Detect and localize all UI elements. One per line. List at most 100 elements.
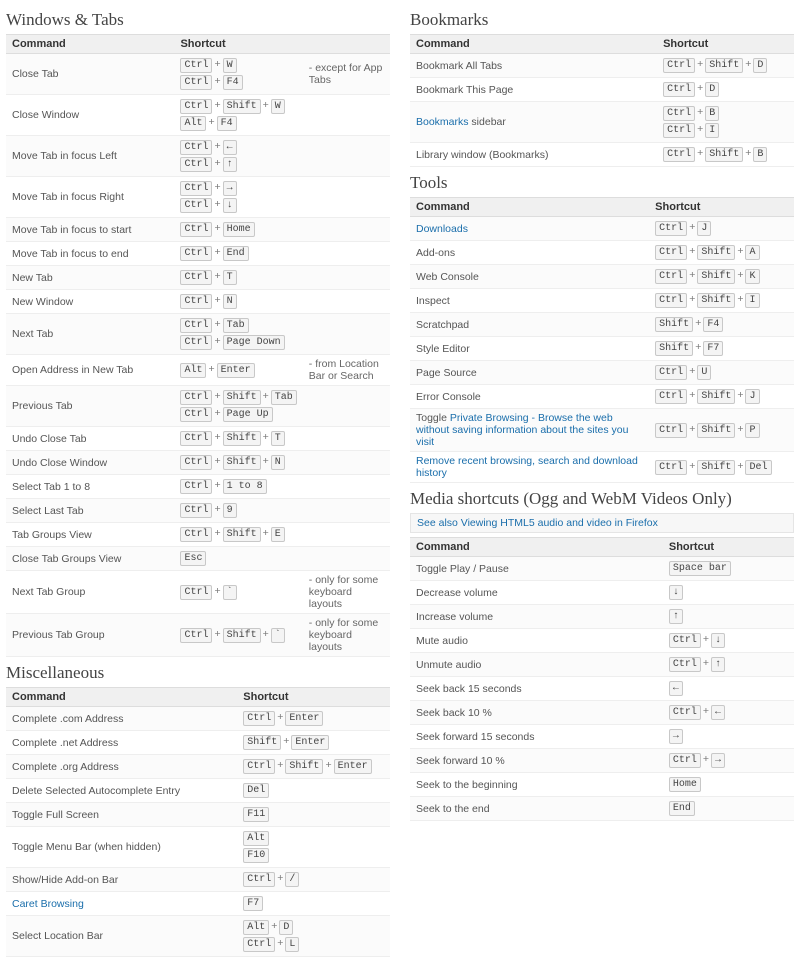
shortcut-cell: Shift+F7 [649,337,794,361]
command-link[interactable]: Private Browsing - Browse the web withou… [416,412,628,448]
key-ctrl: Ctrl [655,269,687,284]
shortcut-cell: Ctrl+D [657,78,794,102]
plus-separator: + [212,390,222,402]
note-cell [303,290,390,314]
command-cell: Toggle Full Screen [6,803,237,827]
shortcut-cell: AltF10 [237,827,390,868]
key-ctrl: Ctrl [180,99,212,114]
shortcut-cell: Shift+F4 [649,313,794,337]
plus-separator: + [261,431,271,443]
plus-separator: + [261,527,271,539]
key-d: D [279,920,293,935]
key-b: B [705,106,719,121]
plus-separator: + [687,460,697,472]
key-ctrl: Ctrl [655,221,687,236]
command-cell: New Window [6,290,174,314]
key-shift: Shift [697,293,735,308]
shortcut-cell: Ctrl+Shift+E [174,523,302,547]
command-cell: Move Tab in focus to start [6,218,174,242]
plus-separator: + [212,222,222,234]
column-header: Command [6,688,237,707]
shortcut-cell: F7 [237,892,390,916]
plus-separator: + [687,389,697,401]
shortcut-cell: Ctrl+←Ctrl+↑ [174,136,302,177]
key-ctrl: Ctrl [180,140,212,155]
key-f4: F4 [217,116,237,131]
command-cell: Select Last Tab [6,499,174,523]
command-cell: Style Editor [410,337,649,361]
plus-separator: + [695,123,705,135]
command-cell: Remove recent browsing, search and downl… [410,452,649,483]
key--: ↓ [711,633,725,648]
note-cell [303,314,390,355]
key-ctrl: Ctrl [243,711,275,726]
command-cell: Undo Close Window [6,451,174,475]
key-ctrl: Ctrl [655,245,687,260]
command-cell: Move Tab in focus Right [6,177,174,218]
column-header: Shortcut [657,35,794,54]
key-ctrl: Ctrl [180,318,212,333]
section-title: Bookmarks [410,10,794,30]
shortcut-cell: Ctrl+/ [237,868,390,892]
plus-separator: + [212,99,222,111]
table-row: Mute audioCtrl+↓ [410,629,794,653]
key-n: N [223,294,237,309]
plus-separator: + [701,753,711,765]
table-row: Seek to the beginningHome [410,773,794,797]
note-cell: - from Location Bar or Search [303,355,390,386]
plus-separator: + [695,147,705,159]
column-header: Shortcut [237,688,390,707]
table-row: Add-onsCtrl+Shift+A [410,241,794,265]
shortcut-cell: Esc [174,547,302,571]
info-link[interactable]: See also Viewing HTML5 audio and video i… [417,517,658,529]
shortcut-cell: Ctrl+Shift+A [649,241,794,265]
plus-separator: + [275,759,285,771]
command-cell: Seek back 10 % [410,701,663,725]
key-ctrl: Ctrl [180,527,212,542]
key-enter: Enter [217,363,255,378]
shortcut-cell: ← [663,677,794,701]
note-cell [303,475,390,499]
shortcut-cell: Ctrl+N [174,290,302,314]
command-cell: Seek to the beginning [410,773,663,797]
command-cell: Undo Close Tab [6,427,174,451]
key-ctrl: Ctrl [663,58,695,73]
plus-separator: + [212,270,222,282]
plus-separator: + [687,423,697,435]
plus-separator: + [212,140,222,152]
key--: ↑ [711,657,725,672]
shortcut-cell: Ctrl+Shift+J [649,385,794,409]
key--: → [711,753,725,768]
note-cell [303,427,390,451]
key-space-bar: Space bar [669,561,731,576]
shortcut-cell: Alt+Enter [174,355,302,386]
key-enter: Enter [285,711,323,726]
key-ctrl: Ctrl [243,759,275,774]
key-u: U [697,365,711,380]
key-shift: Shift [697,245,735,260]
key-w: W [223,58,237,73]
key-ctrl: Ctrl [180,503,212,518]
table-row: Move Tab in focus RightCtrl+→Ctrl+↓ [6,177,390,218]
plus-separator: + [701,705,711,717]
command-link[interactable]: Downloads [416,223,468,235]
command-link[interactable]: Bookmarks [416,116,469,128]
plus-separator: + [275,937,285,949]
table-row: Increase volume↑ [410,605,794,629]
shortcut-cell: Ctrl+9 [174,499,302,523]
key-f11: F11 [243,807,269,822]
key-enter: Enter [334,759,372,774]
table-row: Style EditorShift+F7 [410,337,794,361]
key-ctrl: Ctrl [655,293,687,308]
command-link[interactable]: Caret Browsing [12,898,84,910]
key-ctrl: Ctrl [669,633,701,648]
table-row: ScratchpadShift+F4 [410,313,794,337]
command-link[interactable]: Remove recent browsing, search and downl… [416,455,638,479]
table-row: Complete .com AddressCtrl+Enter [6,707,390,731]
key-ctrl: Ctrl [180,181,212,196]
table-row: Bookmark This PageCtrl+D [410,78,794,102]
note-cell [303,136,390,177]
table-row: Open Address in New TabAlt+Enter- from L… [6,355,390,386]
command-cell: Toggle Menu Bar (when hidden) [6,827,237,868]
key-j: J [745,389,759,404]
